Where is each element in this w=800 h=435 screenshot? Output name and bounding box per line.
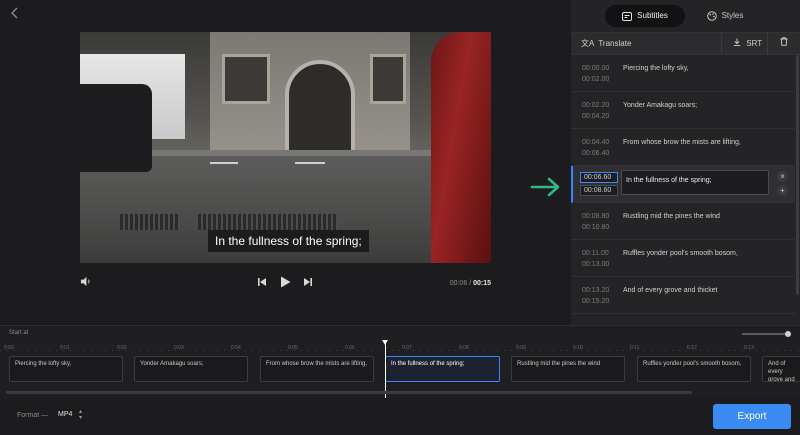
subtitle-row[interactable]: 00:08.80 00:10.80 Rustling mid the pines…	[571, 203, 795, 240]
subtitle-start-time: 00:13.20	[582, 287, 610, 294]
subtitle-text: Piercing the lofty sky,	[623, 65, 689, 72]
playhead-handle[interactable]	[382, 340, 388, 345]
time-separator: /	[469, 280, 472, 287]
subtitle-text: And of every grove and thicket	[623, 287, 718, 294]
timeline-clip[interactable]: Ruffles yonder pool's smooth bosom,	[637, 356, 751, 382]
export-button[interactable]: Export	[713, 404, 791, 429]
timeline-clip[interactable]: Piercing the lofty sky,	[9, 356, 123, 382]
timeline-clip[interactable]: And of every grove and thicket	[762, 356, 800, 382]
playback-time: 00:06 / 00:15	[450, 276, 491, 292]
subtitle-text: Rustling mid the pines the wind	[623, 213, 720, 220]
subtitle-overlay: In the fullness of the spring;	[208, 230, 369, 252]
subtitle-list-scrollbar[interactable]	[796, 55, 799, 295]
current-time: 00:06	[449, 280, 468, 287]
tab-subtitles-label: Subtitles	[637, 11, 668, 20]
video-frame-grate	[120, 214, 180, 230]
subtitle-start-time: 00:00.00	[582, 65, 610, 72]
footer: Format — MP4 ▴ ▾ Export	[0, 398, 800, 435]
download-srt-button[interactable]: SRT	[733, 33, 762, 54]
video-frame-window	[222, 54, 270, 104]
format-select[interactable]: MP4	[58, 411, 72, 418]
subtitle-row[interactable]: 00:04.40 00:06.40 From whose brow the mi…	[571, 129, 795, 166]
subtitle-start-time: 00:08.80	[582, 213, 610, 220]
subtitle-start-time: 00:04.40	[582, 139, 610, 146]
subtitle-start-time: 00:11.00	[582, 250, 609, 257]
translate-button[interactable]: 文A Translate	[581, 33, 631, 54]
video-frame-pedestrian	[431, 32, 491, 263]
toolbar-divider	[721, 33, 722, 54]
video-subtitle-editor: In the fullness of the spring; 00:06 / 0…	[0, 0, 800, 435]
play-icon[interactable]	[280, 276, 291, 293]
subtitle-text: Yonder Amakagu soars;	[623, 102, 698, 109]
timeline[interactable]: Start at 0:00 0:01 0:02 0:03 0:04 0:05 0…	[0, 325, 800, 399]
add-subtitle-icon[interactable]: +	[777, 185, 788, 196]
skip-forward-icon[interactable]	[303, 276, 313, 292]
subtitles-panel: Subtitles Styles 文ATranslate SRT 00:00.	[571, 0, 800, 325]
select-caret-icon[interactable]: ▴ ▾	[79, 409, 82, 421]
subtitle-end-time: 00:13.00	[582, 261, 610, 268]
timeline-clip[interactable]: Rustling mid the pines the wind	[511, 356, 625, 382]
subtitle-text: From whose brow the mists are lifting,	[623, 139, 741, 146]
palette-icon	[706, 11, 717, 21]
timeline-clip[interactable]: Yonder Amakagu soars;	[134, 356, 248, 382]
video-frame-doorway	[285, 60, 355, 160]
timeline-clip[interactable]: From whose brow the mists are lifting,	[260, 356, 374, 382]
subtitle-row[interactable]: 00:13.20 00:15.20 And of every grove and…	[571, 277, 795, 314]
start-at-label: Start at	[9, 330, 29, 336]
subtitle-end-time: 00:04.20	[582, 113, 610, 120]
subtitle-toolbar: 文A Translate SRT	[571, 32, 800, 55]
subtitle-row[interactable]: 00:02.20 00:04.20 Yonder Amakagu soars;	[571, 92, 795, 129]
arrow-right-icon	[530, 176, 562, 198]
tab-subtitles[interactable]: Subtitles	[605, 5, 685, 27]
trash-icon[interactable]	[780, 33, 788, 54]
subtitle-end-time: 00:15.20	[582, 298, 610, 305]
srt-label: SRT	[746, 39, 763, 48]
tab-styles-label: Styles	[721, 11, 744, 20]
video-frame-grate	[198, 214, 338, 230]
video-preview[interactable]: In the fullness of the spring;	[80, 32, 491, 263]
tab-styles[interactable]: Styles	[695, 5, 755, 27]
format-label: Format —	[17, 412, 49, 419]
video-frame-lane-stripe	[295, 162, 325, 164]
subtitle-row-active[interactable]: 00:06.60 00:08.60 In the fullness of the…	[571, 166, 795, 203]
subtitle-start-time-input[interactable]: 00:06.60	[580, 172, 618, 183]
timeline-scrollbar[interactable]	[6, 391, 692, 394]
subtitle-list: 00:00.00 00:02.00 Piercing the lofty sky…	[571, 55, 795, 325]
playback-controls: 00:06 / 00:15	[80, 276, 491, 292]
subtitle-end-time: 00:02.00	[582, 76, 610, 83]
back-chevron-icon[interactable]	[8, 6, 22, 20]
timeline-clip-active[interactable]: In the fullness of the spring;	[385, 356, 500, 382]
remove-subtitle-icon[interactable]: ×	[777, 171, 788, 182]
video-frame-window	[370, 54, 406, 104]
subtitle-end-time: 00:10.80	[582, 224, 610, 231]
subtitle-text: Ruffles yonder pool's smooth bosom,	[623, 250, 738, 257]
translate-label: Translate	[598, 39, 632, 48]
subtitle-start-time: 00:02.20	[582, 102, 610, 109]
volume-icon[interactable]	[80, 276, 91, 292]
translate-icon: 文A	[581, 39, 595, 48]
video-frame-lane-stripe	[210, 162, 238, 164]
video-frame-car	[80, 84, 152, 172]
subtitle-row[interactable]: 00:00.00 00:02.00 Piercing the lofty sky…	[571, 55, 795, 92]
subtitles-icon	[622, 11, 633, 21]
download-icon	[733, 38, 743, 48]
toolbar-divider	[767, 33, 768, 54]
zoom-slider-handle[interactable]	[785, 331, 791, 337]
zoom-slider[interactable]	[742, 333, 788, 335]
total-duration: 00:15	[473, 280, 491, 287]
ruler-dots	[0, 350, 800, 351]
subtitle-text-input[interactable]: In the fullness of the spring;	[621, 170, 769, 195]
subtitle-row[interactable]: 00:11.00 00:13.00 Ruffles yonder pool's …	[571, 240, 795, 277]
subtitle-end-time: 00:06.40	[582, 150, 610, 157]
skip-back-icon[interactable]	[257, 276, 267, 292]
subtitle-end-time-input[interactable]: 00:08.60	[580, 185, 618, 196]
